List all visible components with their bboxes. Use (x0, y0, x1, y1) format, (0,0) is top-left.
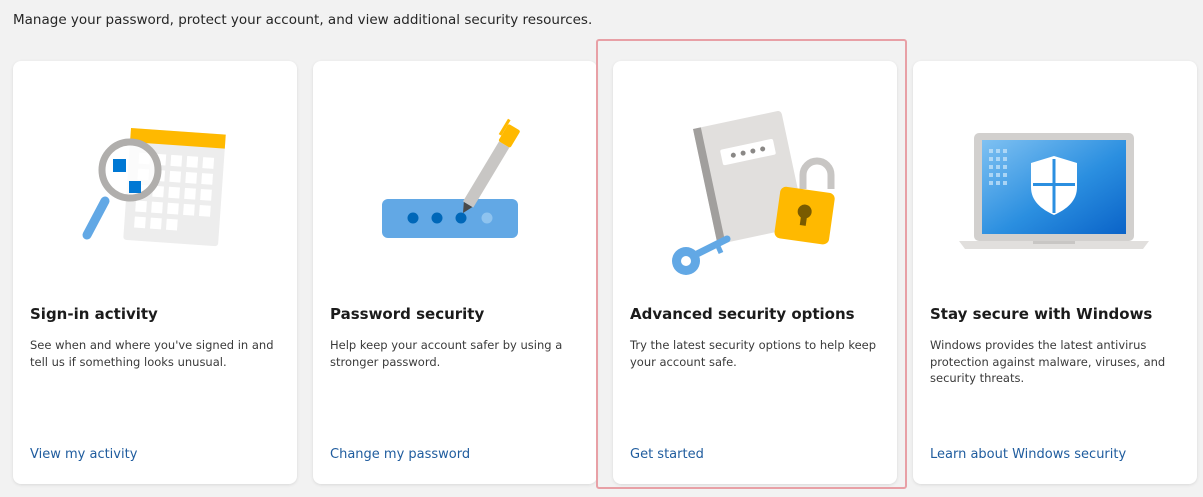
get-started-link[interactable]: Get started (630, 447, 704, 462)
windows-security-card: Stay secure with Windows Windows provide… (913, 61, 1197, 484)
card-description: See when and where you've signed in and … (30, 338, 274, 369)
notebook-key-lock-illustration (613, 101, 897, 301)
card-description: Windows provides the latest antivirus pr… (930, 338, 1166, 385)
magnifier-calendar-illustration (13, 101, 297, 301)
laptop-shield-illustration (913, 101, 1197, 301)
card-title: Sign-in activity (30, 305, 158, 323)
view-my-activity-link[interactable]: View my activity (30, 447, 137, 462)
card-title: Advanced security options (630, 305, 855, 323)
advanced-security-card: Advanced security options Try the latest… (613, 61, 897, 484)
sign-in-activity-card: Sign-in activity See when and where you'… (13, 61, 297, 484)
card-title: Stay secure with Windows (930, 305, 1153, 323)
intro-text: Manage your password, protect your accou… (13, 12, 593, 28)
card-description: Try the latest security options to help … (630, 338, 877, 369)
password-security-card: Password security Help keep your account… (313, 61, 597, 484)
card-description: Help keep your account safer by using a … (330, 338, 563, 369)
learn-about-windows-security-link[interactable]: Learn about Windows security (930, 447, 1126, 462)
card-title: Password security (330, 305, 485, 323)
password-pen-illustration (313, 101, 597, 301)
change-my-password-link[interactable]: Change my password (330, 447, 470, 462)
